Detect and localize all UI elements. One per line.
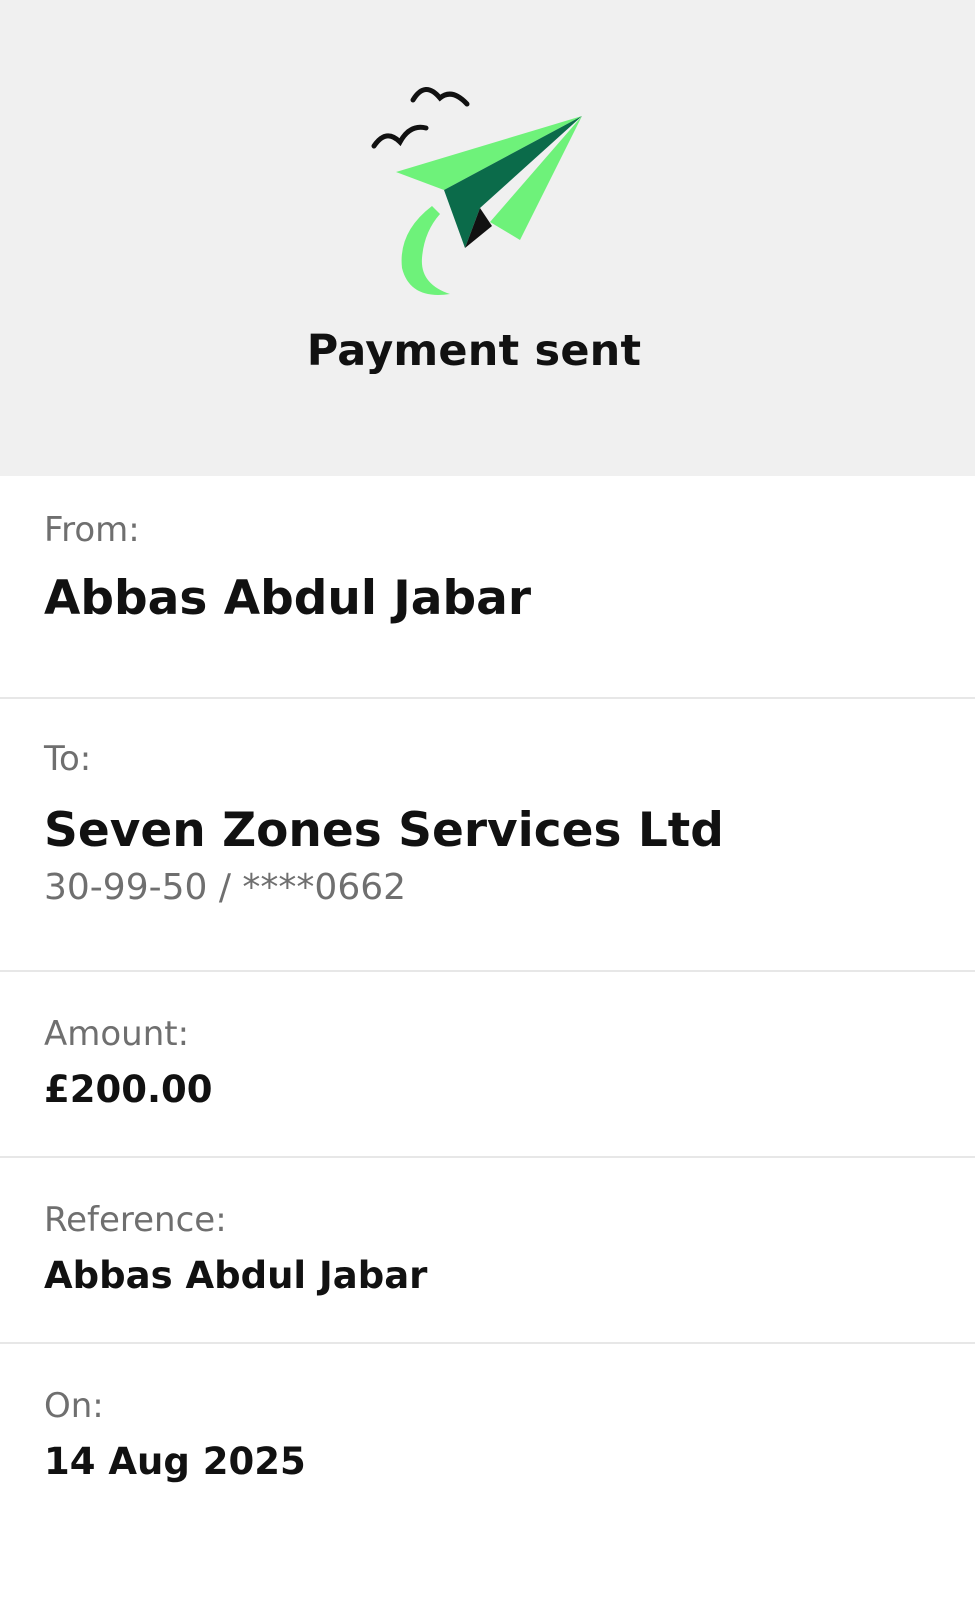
date-label: On: <box>44 1386 104 1426</box>
reference-label: Reference: <box>44 1200 227 1240</box>
date-value: 14 Aug 2025 <box>44 1440 306 1483</box>
amount-value: £200.00 <box>44 1068 213 1111</box>
to-row: To: Seven Zones Services Ltd 30-99-50 / … <box>0 699 975 972</box>
bird-icon <box>410 87 470 107</box>
to-name: Seven Zones Services Ltd <box>44 803 724 858</box>
from-name: Abbas Abdul Jabar <box>44 571 532 626</box>
paper-plane-icon <box>371 87 582 295</box>
reference-value: Abbas Abdul Jabar <box>44 1254 428 1297</box>
to-account: 30-99-50 / ****0662 <box>44 867 407 908</box>
amount-row: Amount: £200.00 <box>0 972 975 1158</box>
to-label: To: <box>44 739 92 779</box>
page-title: Payment sent <box>306 326 642 376</box>
from-row: From: Abbas Abdul Jabar <box>0 476 975 699</box>
confirmation-header: Payment sent <box>0 0 975 476</box>
date-row: On: 14 Aug 2025 <box>0 1344 975 1574</box>
from-label: From: <box>44 510 140 550</box>
amount-label: Amount: <box>44 1014 190 1054</box>
reference-row: Reference: Abbas Abdul Jabar <box>0 1158 975 1344</box>
payment-details: From: Abbas Abdul Jabar To: Seven Zones … <box>0 476 975 1574</box>
bird-icon <box>371 124 429 149</box>
